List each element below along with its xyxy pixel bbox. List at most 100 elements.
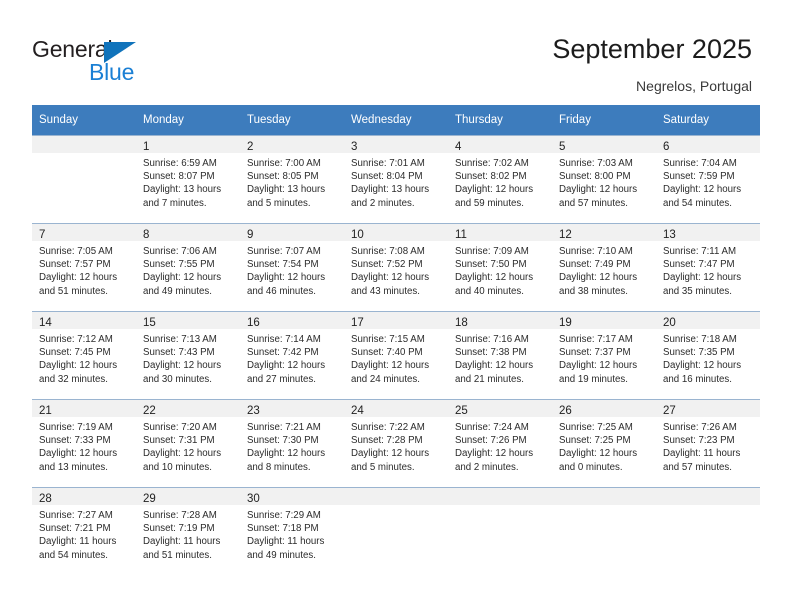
daylight-text-line2: and 43 minutes. [351, 285, 420, 297]
daylight-text-line2: and 57 minutes. [663, 461, 732, 473]
calendar-day-cell[interactable]: 21 Sunrise: 7:19 AM Sunset: 7:33 PM Dayligh… [32, 399, 136, 487]
day-cell-content: 22 Sunrise: 7:20 AM Sunset: 7:31 PM Dayligh… [136, 399, 240, 487]
daylight-text-line1: Daylight: 12 hours [559, 184, 638, 196]
sunset-text: Sunset: 8:04 PM [351, 171, 423, 183]
day-number: 11 [455, 229, 467, 241]
calendar-day-cell[interactable]: 23 Sunrise: 7:21 AM Sunset: 7:30 PM Dayligh… [240, 399, 344, 487]
day-number-band: 8 [136, 224, 240, 241]
day-number: 6 [663, 141, 670, 153]
sunrise-text: Sunrise: 7:04 AM [663, 158, 737, 169]
calendar-day-cell[interactable]: 13 Sunrise: 7:11 AM Sunset: 7:47 PM Dayligh… [656, 223, 760, 311]
daylight-text-line2: and 35 minutes. [663, 285, 732, 297]
calendar-day-cell[interactable]: 4 Sunrise: 7:02 AM Sunset: 8:02 PM Daylight… [448, 135, 552, 223]
day-number-band [552, 488, 656, 505]
day-cell-content: 11 Sunrise: 7:09 AM Sunset: 7:50 PM Dayligh… [448, 223, 552, 311]
sunset-text: Sunset: 7:30 PM [247, 435, 319, 447]
day-cell-content: 21 Sunrise: 7:19 AM Sunset: 7:33 PM Dayligh… [32, 399, 136, 487]
day-cell-content: 8 Sunrise: 7:06 AM Sunset: 7:55 PM Daylight… [136, 223, 240, 311]
page-title: September 2025 [552, 34, 752, 64]
day-number-band: 30 [240, 488, 344, 505]
day-number-band: 12 [552, 224, 656, 241]
calendar-day-cell[interactable] [448, 487, 552, 575]
sunrise-text: Sunrise: 7:10 AM [559, 246, 633, 257]
sunset-text: Sunset: 7:28 PM [351, 435, 423, 447]
sunrise-text: Sunrise: 7:00 AM [247, 158, 321, 169]
calendar-day-cell[interactable]: 6 Sunrise: 7:04 AM Sunset: 7:59 PM Daylight… [656, 135, 760, 223]
day-cell-content: 1 Sunrise: 6:59 AM Sunset: 8:07 PM Daylight… [136, 135, 240, 223]
calendar-body: 1 Sunrise: 6:59 AM Sunset: 8:07 PM Daylight… [32, 135, 760, 575]
day-number: 2 [247, 141, 254, 153]
calendar-day-cell[interactable]: 22 Sunrise: 7:20 AM Sunset: 7:31 PM Dayligh… [136, 399, 240, 487]
calendar-day-cell[interactable]: 12 Sunrise: 7:10 AM Sunset: 7:49 PM Dayligh… [552, 223, 656, 311]
day-number: 22 [143, 405, 156, 417]
calendar-day-cell[interactable]: 9 Sunrise: 7:07 AM Sunset: 7:54 PM Daylight… [240, 223, 344, 311]
calendar-day-cell[interactable]: 1 Sunrise: 6:59 AM Sunset: 8:07 PM Daylight… [136, 135, 240, 223]
general-blue-logo[interactable]: General Blue [32, 36, 182, 88]
calendar-day-cell[interactable]: 16 Sunrise: 7:14 AM Sunset: 7:42 PM Dayligh… [240, 311, 344, 399]
calendar-day-cell[interactable]: 7 Sunrise: 7:05 AM Sunset: 7:57 PM Daylight… [32, 223, 136, 311]
sunrise-text: Sunrise: 7:21 AM [247, 422, 321, 433]
calendar-day-cell[interactable]: 20 Sunrise: 7:18 AM Sunset: 7:35 PM Dayligh… [656, 311, 760, 399]
calendar-day-cell[interactable]: 30 Sunrise: 7:29 AM Sunset: 7:18 PM Dayligh… [240, 487, 344, 575]
day-number-band: 23 [240, 400, 344, 417]
sun-info: Sunrise: 7:06 AM Sunset: 7:55 PM Daylight:… [136, 241, 240, 298]
day-number-band: 24 [344, 400, 448, 417]
calendar-day-cell[interactable]: 19 Sunrise: 7:17 AM Sunset: 7:37 PM Dayligh… [552, 311, 656, 399]
sunrise-text: Sunrise: 7:05 AM [39, 246, 113, 257]
calendar-day-cell[interactable] [32, 135, 136, 223]
calendar-day-cell[interactable] [656, 487, 760, 575]
daylight-text-line2: and 54 minutes. [39, 549, 108, 561]
sun-info: Sunrise: 6:59 AM Sunset: 8:07 PM Daylight:… [136, 153, 240, 210]
daylight-text-line1: Daylight: 13 hours [143, 184, 222, 196]
day-number-band: 9 [240, 224, 344, 241]
sun-info: Sunrise: 7:03 AM Sunset: 8:00 PM Daylight:… [552, 153, 656, 210]
sunset-text: Sunset: 7:21 PM [39, 523, 111, 535]
sunset-text: Sunset: 7:18 PM [247, 523, 319, 535]
day-number-band: 4 [448, 136, 552, 153]
calendar-day-cell[interactable] [344, 487, 448, 575]
day-number: 1 [143, 141, 150, 153]
day-cell-content: 6 Sunrise: 7:04 AM Sunset: 7:59 PM Daylight… [656, 135, 760, 223]
sunset-text: Sunset: 8:05 PM [247, 171, 319, 183]
daylight-text-line2: and 10 minutes. [143, 461, 212, 473]
day-cell-content: 12 Sunrise: 7:10 AM Sunset: 7:49 PM Dayligh… [552, 223, 656, 311]
day-number: 28 [39, 493, 52, 505]
calendar-day-cell[interactable]: 28 Sunrise: 7:27 AM Sunset: 7:21 PM Dayligh… [32, 487, 136, 575]
calendar-day-cell[interactable]: 18 Sunrise: 7:16 AM Sunset: 7:38 PM Dayligh… [448, 311, 552, 399]
calendar-day-cell[interactable]: 29 Sunrise: 7:28 AM Sunset: 7:19 PM Dayligh… [136, 487, 240, 575]
calendar-day-cell[interactable] [552, 487, 656, 575]
day-number-band: 10 [344, 224, 448, 241]
day-number-band: 7 [32, 224, 136, 241]
weekday-header-friday: Friday [552, 105, 656, 135]
sunset-text: Sunset: 7:23 PM [663, 435, 735, 447]
sunset-text: Sunset: 7:45 PM [39, 347, 111, 359]
sunset-text: Sunset: 7:26 PM [455, 435, 527, 447]
daylight-text-line1: Daylight: 12 hours [39, 448, 118, 460]
calendar-day-cell[interactable]: 17 Sunrise: 7:15 AM Sunset: 7:40 PM Dayligh… [344, 311, 448, 399]
daylight-text-line1: Daylight: 12 hours [559, 360, 638, 372]
daylight-text-line2: and 13 minutes. [39, 461, 108, 473]
calendar-day-cell[interactable]: 15 Sunrise: 7:13 AM Sunset: 7:43 PM Dayligh… [136, 311, 240, 399]
day-cell-content: 23 Sunrise: 7:21 AM Sunset: 7:30 PM Dayligh… [240, 399, 344, 487]
calendar-day-cell[interactable]: 10 Sunrise: 7:08 AM Sunset: 7:52 PM Dayligh… [344, 223, 448, 311]
sunset-text: Sunset: 7:19 PM [143, 523, 215, 535]
calendar-day-cell[interactable]: 24 Sunrise: 7:22 AM Sunset: 7:28 PM Dayligh… [344, 399, 448, 487]
daylight-text-line1: Daylight: 12 hours [455, 448, 534, 460]
calendar-day-cell[interactable]: 27 Sunrise: 7:26 AM Sunset: 7:23 PM Dayligh… [656, 399, 760, 487]
calendar-day-cell[interactable]: 14 Sunrise: 7:12 AM Sunset: 7:45 PM Dayligh… [32, 311, 136, 399]
day-number-band: 25 [448, 400, 552, 417]
day-number: 20 [663, 317, 676, 329]
sunrise-text: Sunrise: 7:19 AM [39, 422, 113, 433]
daylight-text-line1: Daylight: 11 hours [143, 536, 221, 548]
calendar-day-cell[interactable]: 8 Sunrise: 7:06 AM Sunset: 7:55 PM Daylight… [136, 223, 240, 311]
daylight-text-line1: Daylight: 12 hours [39, 272, 118, 284]
sunrise-text: Sunrise: 7:06 AM [143, 246, 217, 257]
calendar-day-cell[interactable]: 25 Sunrise: 7:24 AM Sunset: 7:26 PM Dayligh… [448, 399, 552, 487]
calendar-day-cell[interactable]: 11 Sunrise: 7:09 AM Sunset: 7:50 PM Dayligh… [448, 223, 552, 311]
day-number: 30 [247, 493, 260, 505]
calendar-day-cell[interactable]: 26 Sunrise: 7:25 AM Sunset: 7:25 PM Dayligh… [552, 399, 656, 487]
sun-info: Sunrise: 7:12 AM Sunset: 7:45 PM Daylight:… [32, 329, 136, 386]
calendar-day-cell[interactable]: 3 Sunrise: 7:01 AM Sunset: 8:04 PM Daylight… [344, 135, 448, 223]
calendar-day-cell[interactable]: 5 Sunrise: 7:03 AM Sunset: 8:00 PM Daylight… [552, 135, 656, 223]
calendar-day-cell[interactable]: 2 Sunrise: 7:00 AM Sunset: 8:05 PM Daylight… [240, 135, 344, 223]
